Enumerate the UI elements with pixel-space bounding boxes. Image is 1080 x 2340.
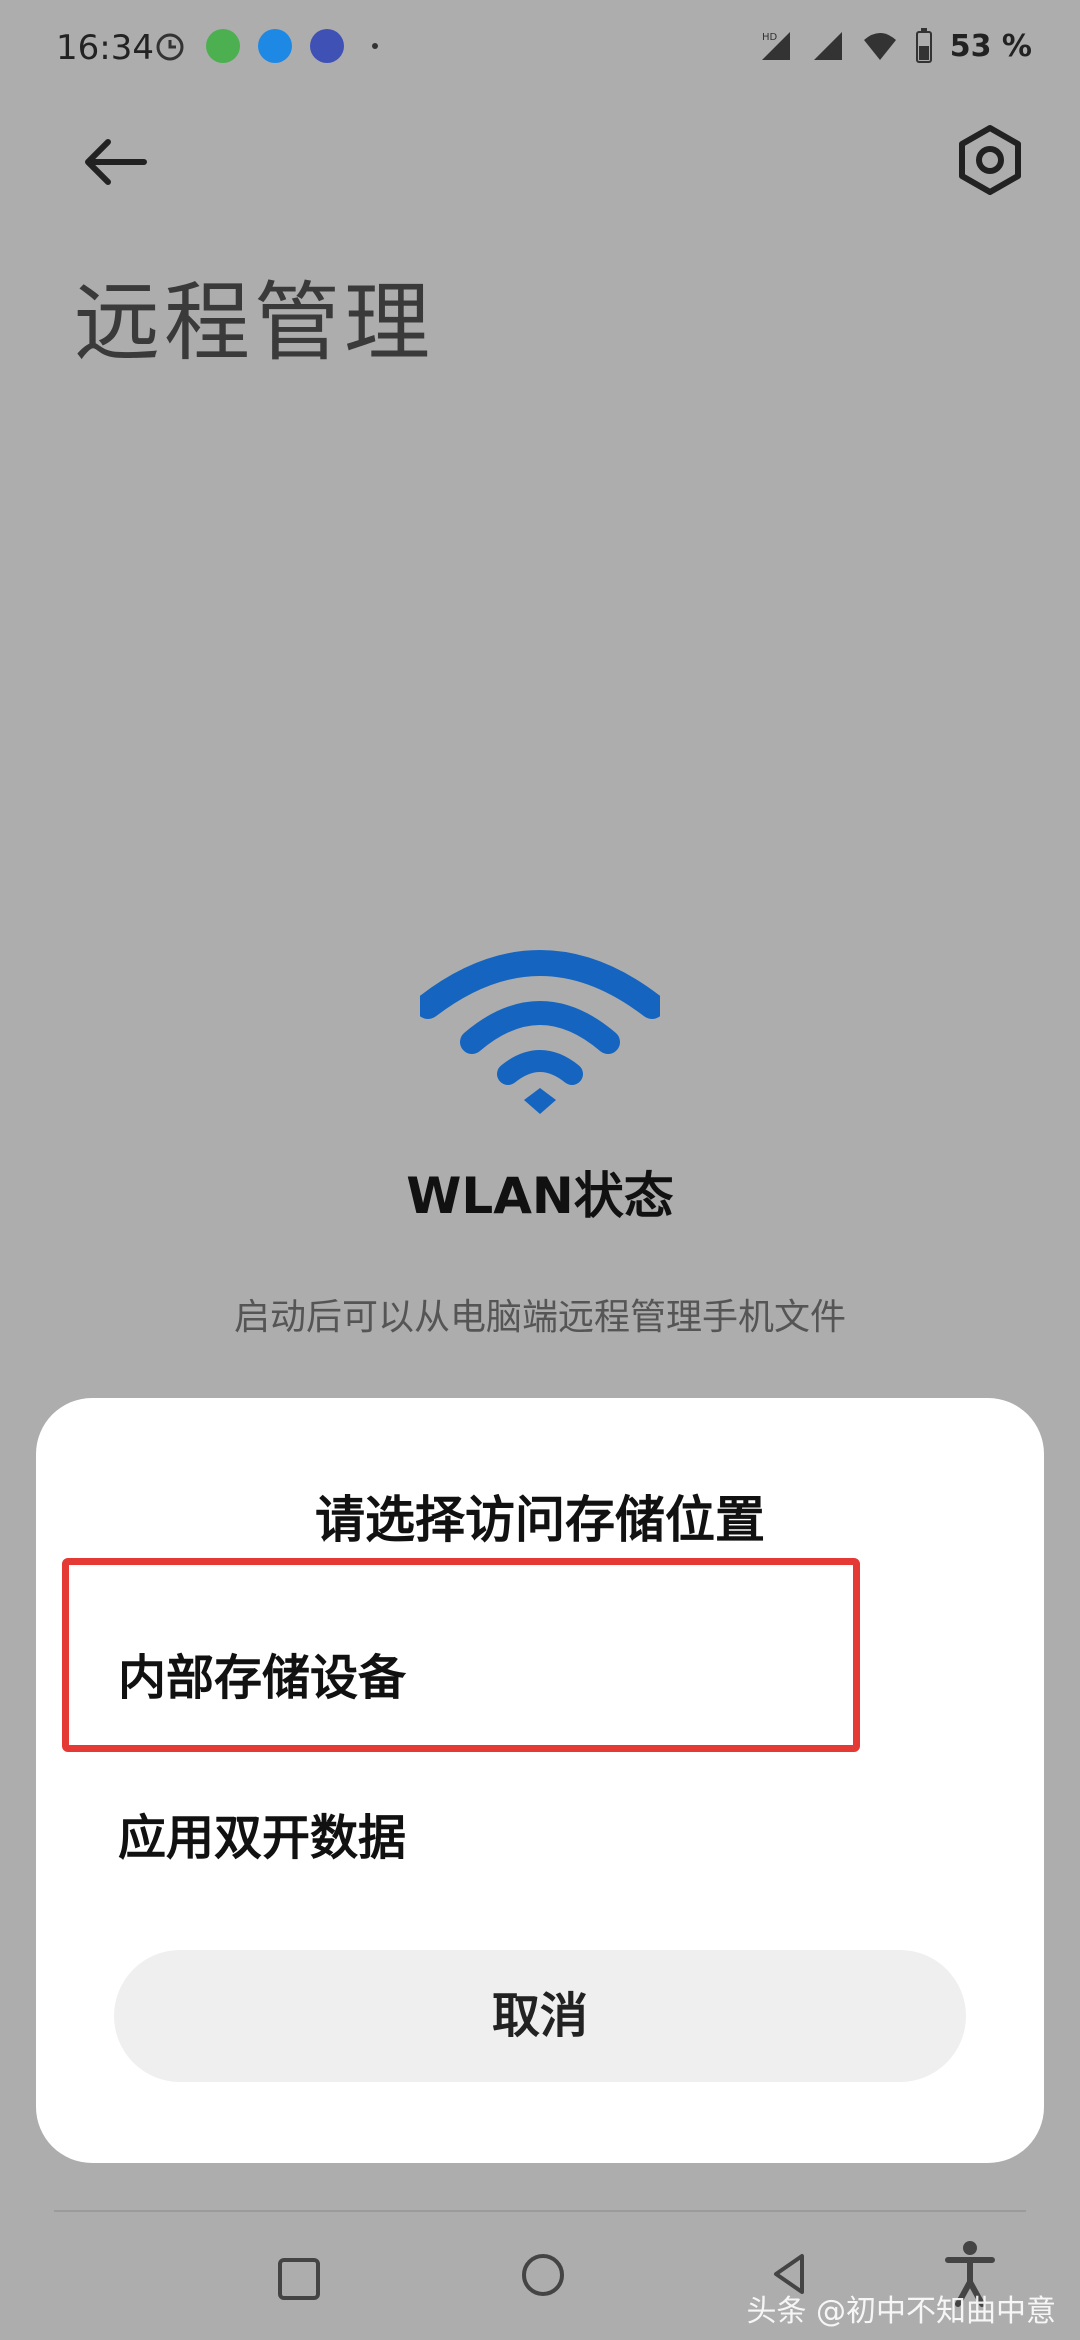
- signal-icon: [813, 32, 842, 60]
- wechat-icon: [206, 29, 240, 63]
- tiebar-icon: [310, 29, 344, 63]
- settings-button[interactable]: [948, 118, 1032, 202]
- home-circle-icon[interactable]: [522, 2254, 564, 2296]
- dot-icon: [372, 43, 378, 49]
- svg-text:HD: HD: [762, 32, 778, 43]
- hex-gear-icon: [959, 125, 1021, 195]
- hd-signal-icon: HD: [761, 32, 790, 60]
- battery-percent: 53 %: [949, 28, 1032, 64]
- battery-icon: [915, 28, 932, 63]
- status-bar: 16:34 HD 53 %: [0, 0, 1080, 96]
- dialog-title: 请选择访问存储位置: [315, 1491, 765, 1549]
- status-time: 16:34: [56, 28, 154, 68]
- system-status-icons: HD 53 %: [758, 28, 1032, 64]
- nav-divider: [54, 2210, 1026, 2212]
- wifi-icon: [863, 33, 896, 60]
- storage-location-dialog: 请选择访问存储位置 内部存储设备 应用双开数据 取消: [36, 1398, 1044, 2163]
- option-app-clone-data[interactable]: 应用双开数据: [118, 1798, 406, 1868]
- back-button[interactable]: [74, 120, 158, 204]
- wlan-status-label: WLAN状态: [406, 1167, 674, 1225]
- browser-icon: [258, 29, 292, 63]
- recent-apps-square-icon[interactable]: [278, 2258, 320, 2300]
- wlan-description: 启动后可以从电脑端远程管理手机文件: [233, 1297, 846, 1338]
- arrow-left-icon: [85, 139, 147, 185]
- watermark: 头条 @初中不知曲中意: [746, 2294, 1056, 2329]
- alarm-icon: [156, 33, 184, 61]
- option-internal-storage[interactable]: 内部存储设备: [118, 1638, 406, 1708]
- notification-icons: [152, 28, 378, 64]
- wifi-icon: [420, 950, 660, 1114]
- cancel-button[interactable]: 取消: [114, 1950, 966, 2082]
- page-title: 远程管理: [74, 273, 434, 373]
